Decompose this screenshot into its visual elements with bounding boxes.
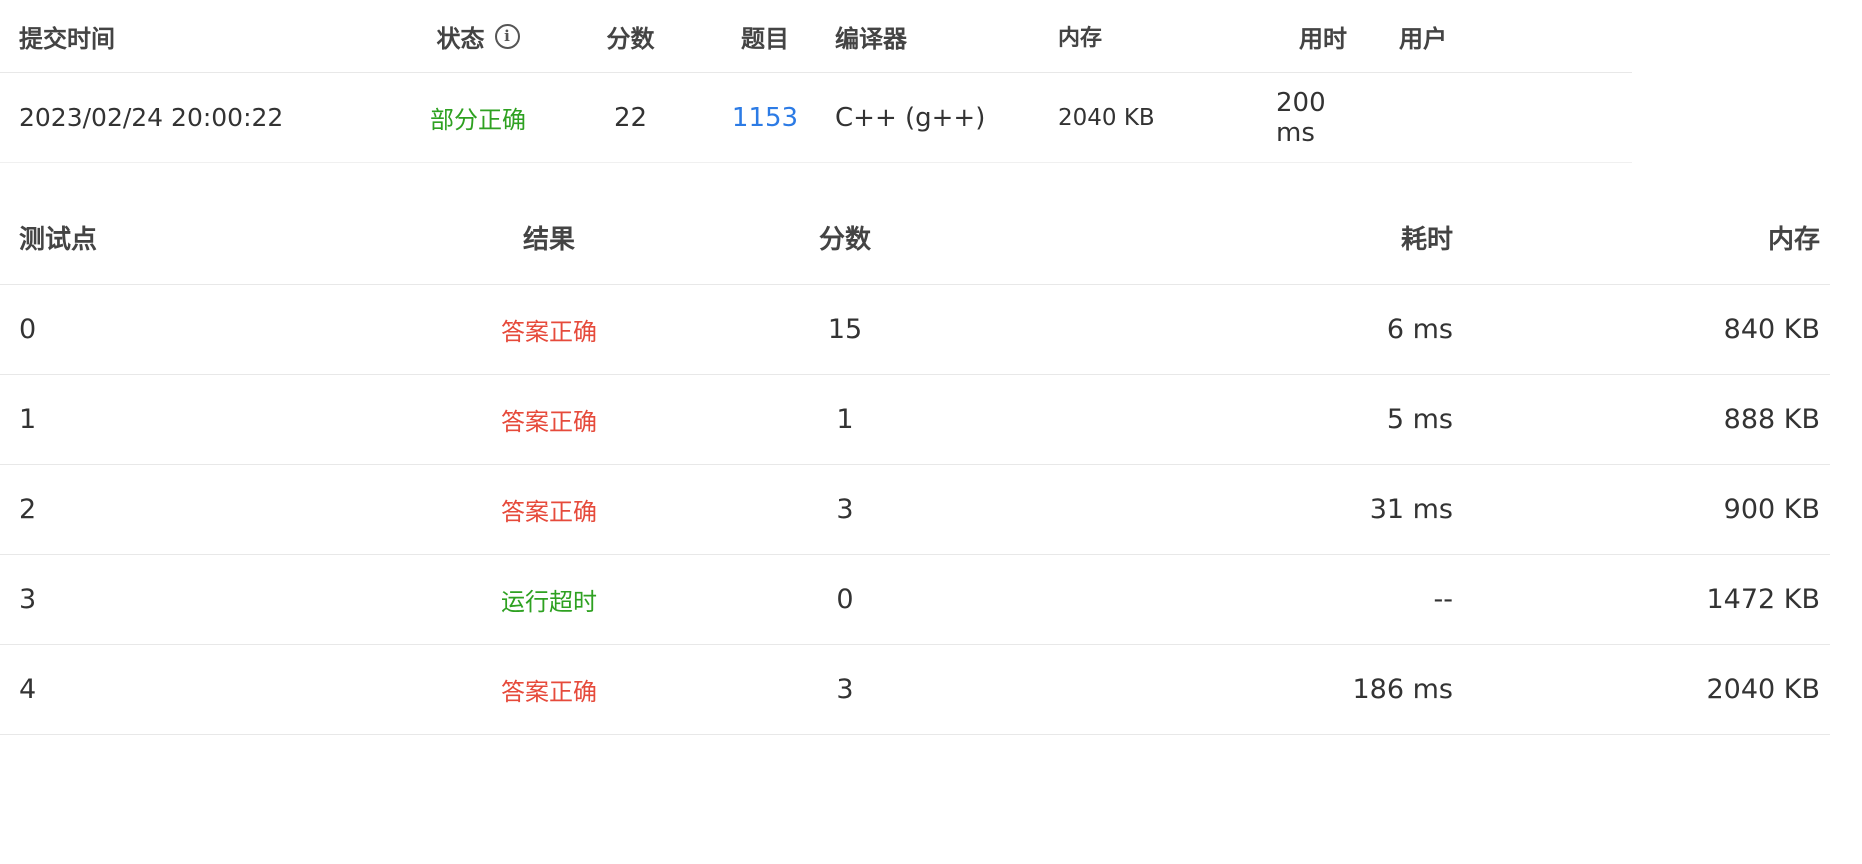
header-status-label: 状态 [436, 24, 485, 53]
submission-problem: 1153 [695, 73, 835, 163]
result-badge: 答案正确 [501, 498, 597, 526]
submission-status: 部分正确 [390, 73, 566, 163]
result-badge: 答案正确 [501, 318, 597, 346]
testcase-id: 2 [0, 465, 404, 555]
header-compiler: 编译器 [835, 0, 1043, 73]
result-badge: 运行超时 [501, 588, 597, 616]
testcase-memory: 888 KB [1453, 375, 1830, 465]
submission-compiler: C++ (g++) [835, 73, 1043, 163]
header-test-score: 分数 [694, 191, 996, 285]
result-badge: 答案正确 [501, 408, 597, 436]
testcase-id: 0 [0, 285, 404, 375]
header-status: 状态 i [390, 0, 566, 73]
testcase-table: 测试点 结果 分数 耗时 内存 0 答案正确 15 6 ms 840 KB 1 … [0, 191, 1862, 735]
testcase-result: 答案正确 [404, 285, 694, 375]
testcase-time: 186 ms [996, 645, 1453, 735]
info-icon[interactable]: i [494, 23, 520, 49]
testcase-id: 3 [0, 555, 404, 645]
testcase-score: 1 [694, 375, 996, 465]
result-badge: 答案正确 [501, 678, 597, 706]
status-badge: 部分正确 [430, 106, 526, 134]
testcase-id: 1 [0, 375, 404, 465]
testcase-result: 运行超时 [404, 555, 694, 645]
header-problem: 题目 [695, 0, 835, 73]
testcase-result: 答案正确 [404, 645, 694, 735]
problem-link[interactable]: 1153 [732, 103, 798, 133]
header-score: 分数 [566, 0, 695, 73]
testcase-result: 答案正确 [404, 375, 694, 465]
testcase-time: 31 ms [996, 465, 1453, 555]
header-user: 用户 [1347, 0, 1632, 73]
testcase-memory: 2040 KB [1453, 645, 1830, 735]
header-result: 结果 [404, 191, 694, 285]
submission-memory: 2040 KB [1043, 73, 1276, 163]
testcase-score: 15 [694, 285, 996, 375]
testcase-score: 3 [694, 645, 996, 735]
submission-table: 提交时间 状态 i 分数 题目 编译器 内存 用时 用户 2023/02/24 … [0, 0, 1862, 163]
submission-score: 22 [566, 73, 695, 163]
testcase-result: 答案正确 [404, 465, 694, 555]
header-memory: 内存 [1043, 0, 1276, 73]
testcase-id: 4 [0, 645, 404, 735]
testcase-memory: 900 KB [1453, 465, 1830, 555]
testcase-score: 0 [694, 555, 996, 645]
header-testcase: 测试点 [0, 191, 404, 285]
header-submit-time: 提交时间 [0, 0, 390, 73]
submission-time-used: 200 ms [1276, 73, 1347, 163]
testcase-memory: 1472 KB [1453, 555, 1830, 645]
testcase-time: -- [996, 555, 1453, 645]
testcase-memory: 840 KB [1453, 285, 1830, 375]
header-test-memory: 内存 [1453, 191, 1830, 285]
submission-time: 2023/02/24 20:00:22 [0, 73, 390, 163]
submission-user[interactable] [1347, 73, 1632, 163]
header-time-used: 用时 [1276, 0, 1347, 73]
testcase-time: 6 ms [996, 285, 1453, 375]
testcase-time: 5 ms [996, 375, 1453, 465]
header-test-time: 耗时 [996, 191, 1453, 285]
testcase-score: 3 [694, 465, 996, 555]
